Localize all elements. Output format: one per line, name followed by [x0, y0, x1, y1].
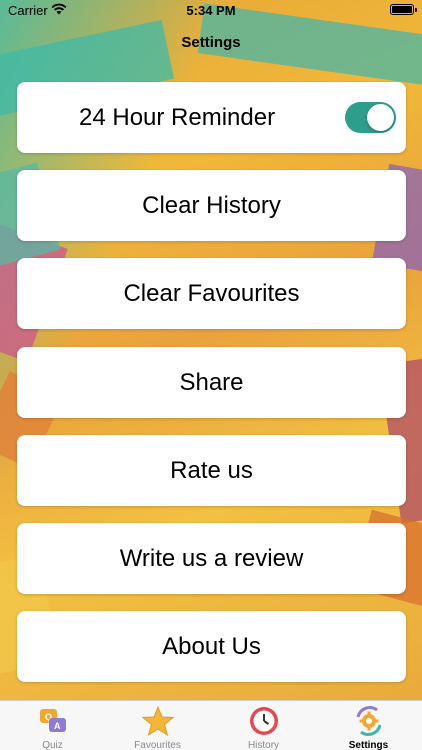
tab-history[interactable]: History: [211, 703, 316, 750]
share-button[interactable]: Share: [17, 347, 406, 418]
clock-icon: [248, 705, 280, 737]
tab-label: History: [247, 740, 280, 750]
star-icon: [141, 705, 174, 737]
status-bar: Carrier 5:34 PM: [0, 0, 422, 22]
about-us-button[interactable]: About Us: [17, 611, 406, 682]
tab-label: Favourites: [134, 740, 181, 750]
clear-favourites-button[interactable]: Clear Favourites: [17, 258, 406, 329]
svg-text:A: A: [54, 721, 61, 731]
write-review-button[interactable]: Write us a review: [17, 523, 406, 594]
tab-bar: Q A Quiz Favourites History Settings: [0, 700, 422, 750]
tab-label: Settings: [348, 740, 389, 750]
battery-icon: [390, 4, 417, 15]
reminder-label: 24 Hour Reminder: [79, 103, 276, 131]
toggle-knob: [367, 104, 394, 131]
page-title: Settings: [181, 34, 241, 51]
reminder-row: 24 Hour Reminder: [17, 82, 406, 153]
tab-settings[interactable]: Settings: [316, 703, 421, 750]
gear-icon: [353, 705, 385, 737]
reminder-toggle[interactable]: [345, 102, 396, 133]
quiz-icon: Q A: [37, 705, 69, 737]
clear-history-button[interactable]: Clear History: [17, 170, 406, 241]
tab-favourites[interactable]: Favourites: [105, 703, 210, 750]
clock-time: 5:34 PM: [186, 3, 236, 18]
tab-label: Quiz: [42, 740, 63, 750]
rate-us-button[interactable]: Rate us: [17, 435, 406, 506]
tab-quiz[interactable]: Q A Quiz: [0, 703, 105, 750]
